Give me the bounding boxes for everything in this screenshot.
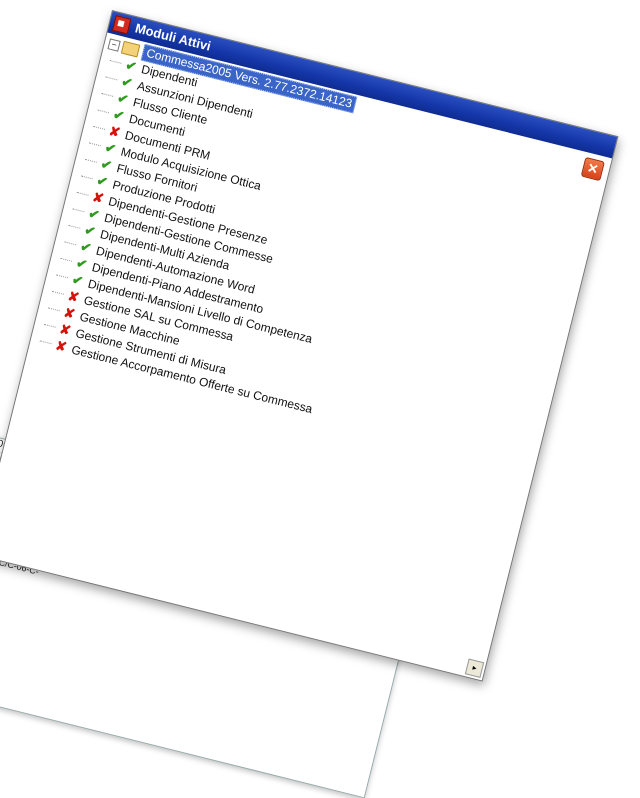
app-icon (112, 15, 132, 35)
collapse-icon[interactable]: − (107, 37, 121, 52)
scroll-arrow-icon[interactable]: ▸ (464, 658, 485, 678)
cross-icon: ✘ (54, 337, 69, 355)
moduli-attivi-dialog: Moduli Attivi ✕ − Commessa2005 Vers. 2.7… (0, 10, 619, 682)
close-button[interactable]: ✕ (580, 156, 605, 182)
